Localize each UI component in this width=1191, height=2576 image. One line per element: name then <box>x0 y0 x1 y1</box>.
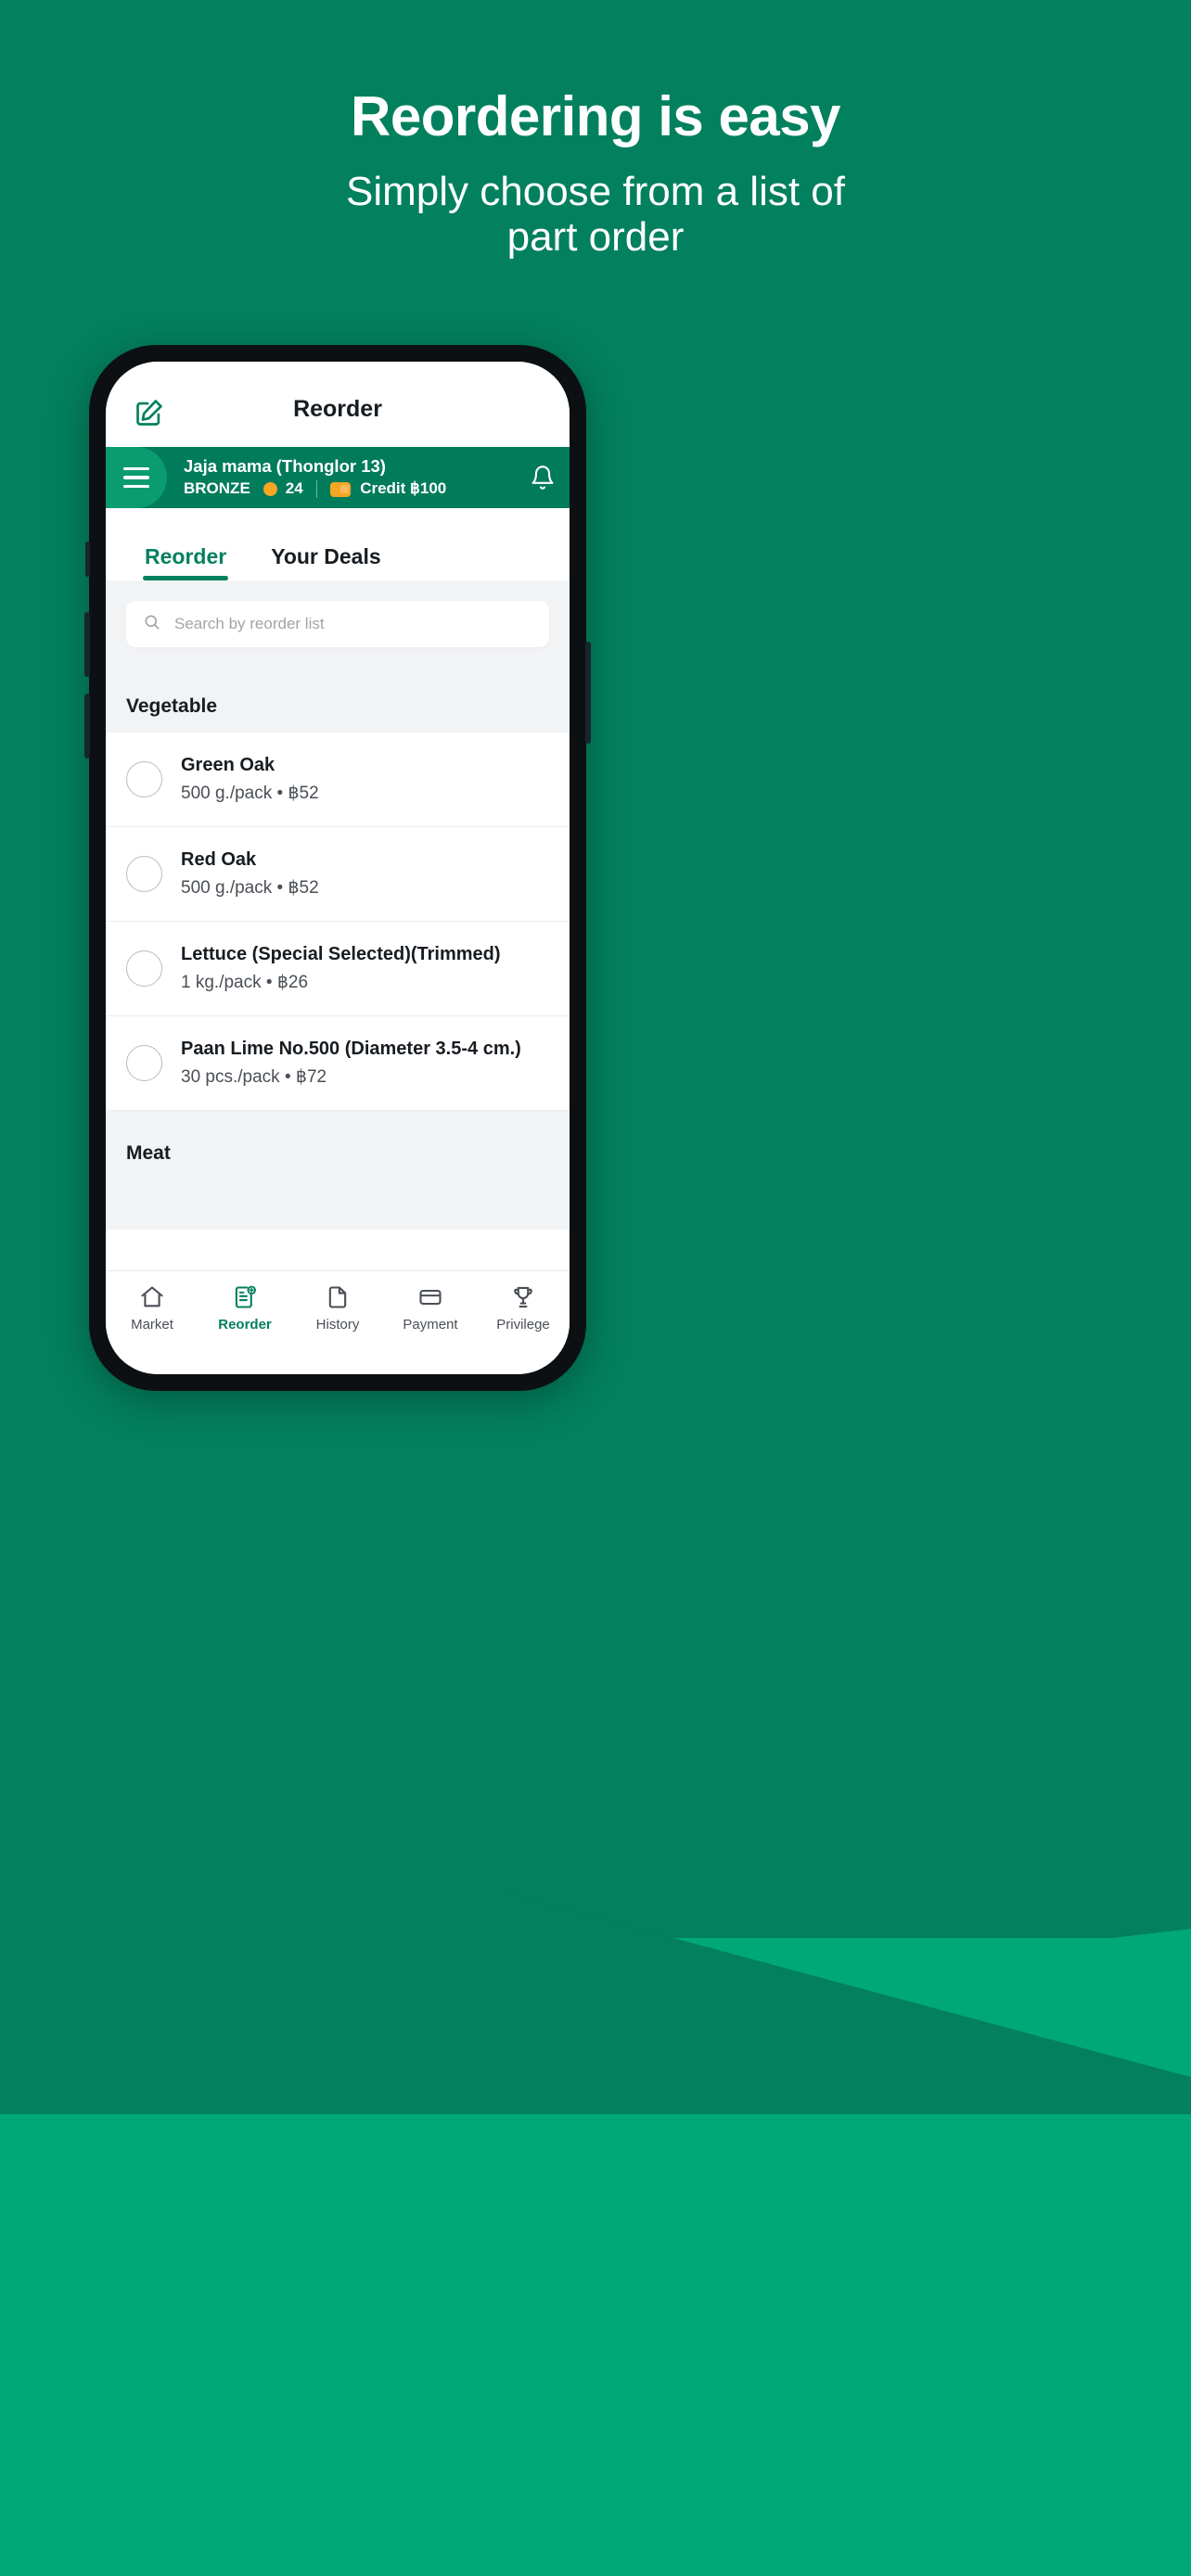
app-header: Reorder <box>106 362 570 447</box>
home-icon <box>141 1286 163 1307</box>
nav-label: Reorder <box>218 1317 272 1333</box>
wallet-icon <box>330 481 352 497</box>
list-item[interactable]: Paan Lime No.500 (Diameter 3.5-4 cm.) 30… <box>106 1016 570 1111</box>
bottom-navigation: Market Reorder History Payment Privilege <box>106 1270 570 1374</box>
document-icon <box>328 1286 347 1308</box>
user-info[interactable]: Jaja mama (Thonglor 13) BRONZE 24 Credit… <box>167 455 516 500</box>
card-icon <box>419 1289 442 1306</box>
select-radio[interactable] <box>126 856 162 892</box>
phone-volume-down-button <box>84 694 90 759</box>
reorder-list-icon <box>235 1285 256 1308</box>
page-title: Reorder <box>293 396 382 422</box>
page-subheadline-line1: Simply choose from a list of <box>346 169 845 214</box>
content-area: Search by reorder list Vegetable Green O… <box>106 580 570 1230</box>
product-detail: 500 g./pack • ฿52 <box>181 878 319 899</box>
product-name: Red Oak <box>181 849 257 871</box>
section-header-meat: Meat <box>106 1111 570 1230</box>
product-name: Green Oak <box>181 755 275 776</box>
user-credit: Credit ฿100 <box>360 479 447 498</box>
product-name: Paan Lime No.500 (Diameter 3.5-4 cm.) <box>181 1039 521 1060</box>
nav-item-market[interactable]: Market <box>106 1284 198 1333</box>
search-placeholder: Search by reorder list <box>174 615 325 632</box>
search-input[interactable]: Search by reorder list <box>126 601 549 647</box>
product-detail: 30 pcs./pack • ฿72 <box>181 1067 327 1088</box>
nav-item-payment[interactable]: Payment <box>384 1284 477 1333</box>
page-subheadline-line2: part order <box>506 214 685 261</box>
phone-mute-switch <box>85 542 90 577</box>
coin-icon <box>263 482 277 497</box>
nav-item-reorder[interactable]: Reorder <box>198 1284 291 1333</box>
select-radio[interactable] <box>126 950 162 987</box>
meta-divider <box>315 480 318 499</box>
user-name: Jaja mama (Thonglor 13) <box>184 455 386 476</box>
bell-icon[interactable] <box>516 465 570 491</box>
product-detail: 500 g./pack • ฿52 <box>181 784 319 804</box>
tab-your-deals[interactable]: Your Deals <box>249 546 403 580</box>
edit-square-icon[interactable] <box>134 397 165 428</box>
user-points: 24 <box>285 479 303 498</box>
select-radio[interactable] <box>126 761 162 797</box>
nav-item-privilege[interactable]: Privilege <box>477 1284 570 1333</box>
phone-volume-up-button <box>84 612 90 677</box>
phone-mockup-frame: Reorder Jaja mama (Thonglor 13) BRONZE 2… <box>84 345 591 1391</box>
nav-label: Payment <box>403 1317 458 1333</box>
tab-reorder[interactable]: Reorder <box>122 546 249 580</box>
list-item[interactable]: Red Oak 500 g./pack • ฿52 <box>106 827 570 922</box>
product-name: Lettuce (Special Selected)(Trimmed) <box>181 944 501 965</box>
search-icon <box>143 613 161 636</box>
list-item[interactable]: Green Oak 500 g./pack • ฿52 <box>106 733 570 827</box>
nav-label: Privilege <box>496 1317 550 1333</box>
phone-power-button <box>585 642 591 744</box>
search-section: Search by reorder list <box>106 580 570 679</box>
nav-label: History <box>315 1317 360 1333</box>
tab-bar: Reorder Your Deals <box>106 508 570 580</box>
list-item[interactable]: Lettuce (Special Selected)(Trimmed) 1 kg… <box>106 922 570 1016</box>
hamburger-menu-icon[interactable] <box>106 447 167 508</box>
product-list-vegetable: Green Oak 500 g./pack • ฿52 Red Oak 500 … <box>106 733 570 1111</box>
nav-item-history[interactable]: History <box>291 1284 384 1333</box>
page-headline: Reordering is easy <box>351 85 840 147</box>
user-meta-row: BRONZE 24 Credit ฿100 <box>184 478 516 500</box>
section-header-vegetable: Vegetable <box>106 679 570 733</box>
user-tier-label: BRONZE <box>184 479 250 498</box>
trophy-icon <box>514 1286 532 1308</box>
hero-copy: Reordering is easy Simply choose from a … <box>0 89 1191 261</box>
product-detail: 1 kg./pack • ฿26 <box>181 973 309 993</box>
user-bar: Jaja mama (Thonglor 13) BRONZE 24 Credit… <box>106 447 570 508</box>
select-radio[interactable] <box>126 1045 162 1081</box>
phone-screen: Reorder Jaja mama (Thonglor 13) BRONZE 2… <box>106 362 570 1374</box>
nav-label: Market <box>131 1317 173 1333</box>
